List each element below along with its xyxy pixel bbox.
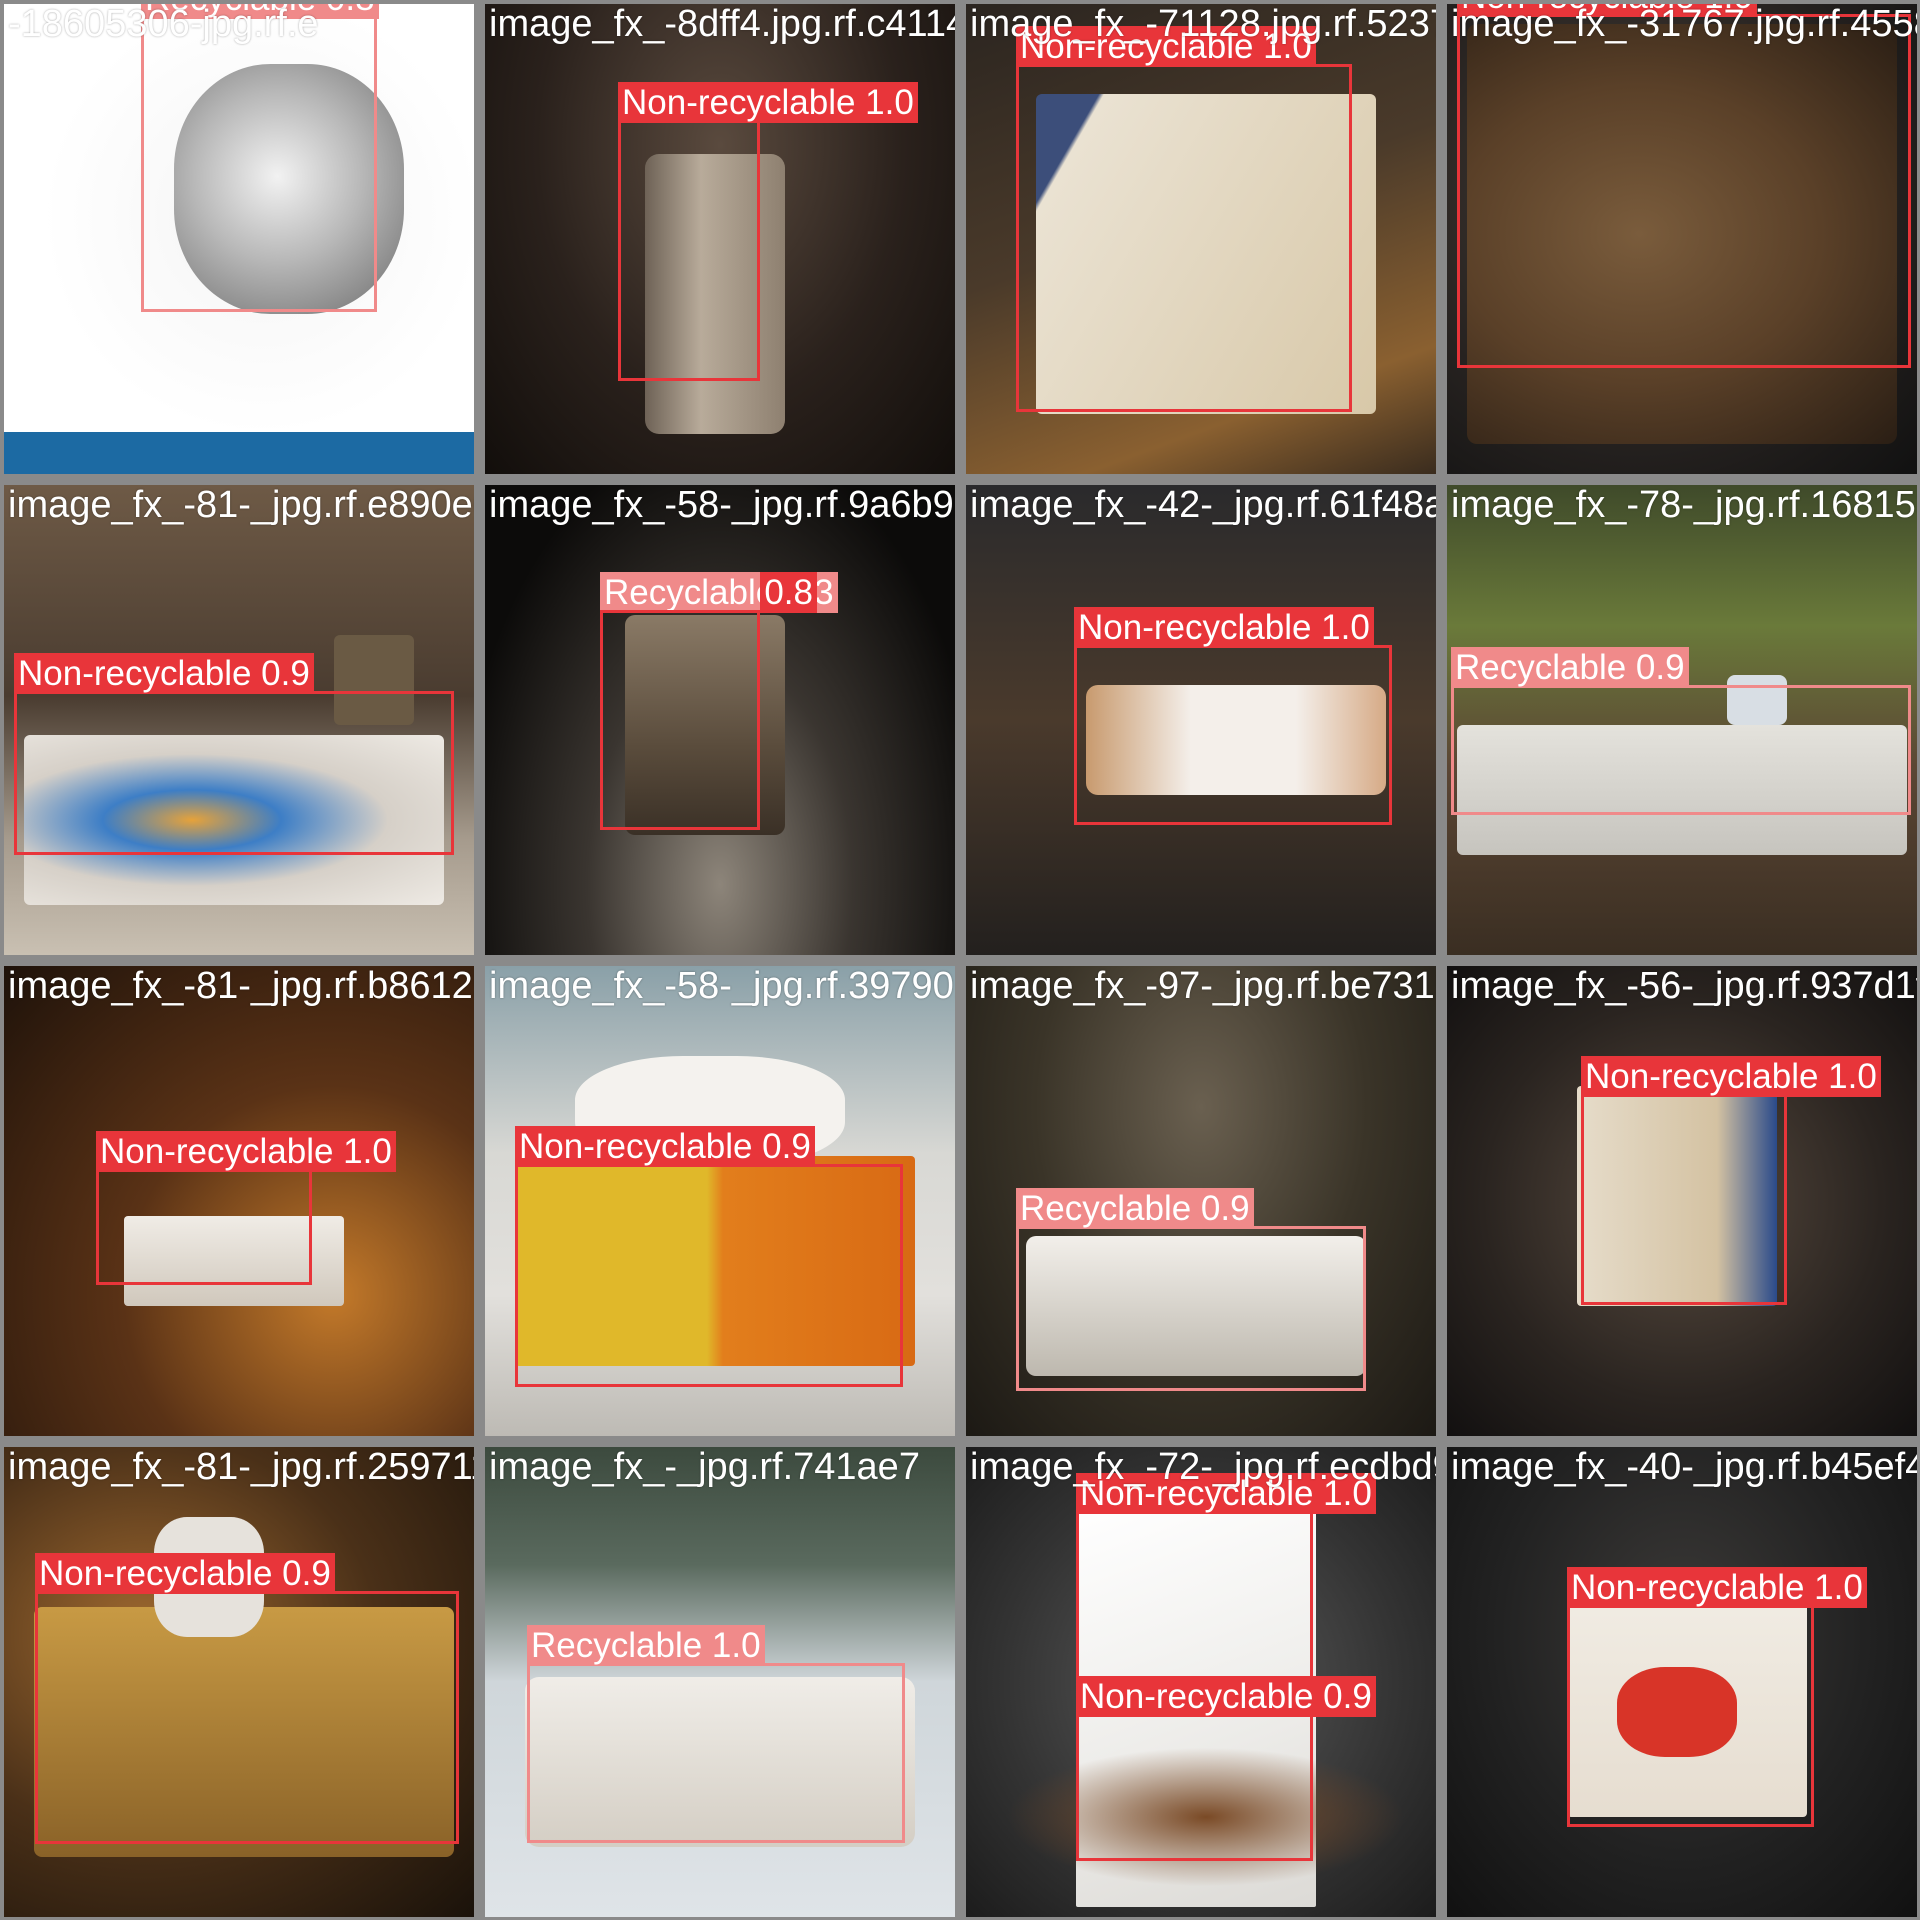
result-tile: image_fx_-56-_jpg.rf.937d1f Non-recyclabl…: [1447, 966, 1917, 1436]
tile-filename: image_fx_-58-_jpg.rf.9a6b916: [489, 485, 955, 526]
bounding-box: Non-recyclable 1.0: [1016, 26, 1352, 412]
bounding-box-label: Non-recyclable 1.0: [96, 1131, 396, 1172]
bounding-box: Non-recyclable 0.9: [1076, 1676, 1376, 1861]
bounding-box: Non-recyclable 0.9: [35, 1553, 459, 1844]
bounding-box: Non-recyclable 1.0: [1076, 1473, 1376, 1680]
bounding-box: Recyclable 1.0: [527, 1625, 905, 1843]
result-tile: image_fx_-58-_jpg.rf.397901 Non-recyclabl…: [485, 966, 955, 1436]
result-tile: image_fx_-81-_jpg.rf.b86125 Non-recyclabl…: [4, 966, 474, 1436]
result-tile: image_fx_-58-_jpg.rf.9a6b916 Recyclable 0…: [485, 485, 955, 955]
result-tile: image_fx_-97-_jpg.rf.be7315 Recyclable 0.…: [966, 966, 1436, 1436]
tile-filename: image_fx_-56-_jpg.rf.937d1f: [1451, 966, 1917, 1007]
result-tile: image_fx_-81-_jpg.rf.259711 Non-recyclabl…: [4, 1447, 474, 1917]
tile-filename: image_fx_-71128.jpg.rf.5237f7: [970, 4, 1436, 45]
result-tile: image_fx_-78-_jpg.rf.168153a Recyclable 0…: [1447, 485, 1917, 955]
tile-filename: image_fx_-81-_jpg.rf.259711: [8, 1447, 474, 1488]
bounding-box: Non-recyclable 1.0: [96, 1131, 396, 1285]
result-tile: image_fx_-8dff4.jpg.rf.c4114b6 Non-recycl…: [485, 4, 955, 474]
bounding-box: Recyclable 0.9: [1451, 647, 1911, 815]
tile-filename: image_fx_-_jpg.rf.741ae7: [489, 1447, 920, 1488]
bounding-box-label: Non-recyclable 0.9: [515, 1126, 815, 1167]
tile-filename: -18605306-jpg.rf.e: [8, 4, 319, 45]
bounding-box: Non-recyclable 0.9: [515, 1126, 903, 1387]
result-tile: image_fx_-31767.jpg.rf.4558623Non-recycl…: [1447, 4, 1917, 474]
bounding-box-label: Recyclable 0.9: [1451, 647, 1689, 688]
bounding-box: Recyclable 0.9: [1016, 1188, 1366, 1391]
tile-filename: image_fx_-81-_jpg.rf.e890e6b: [8, 485, 474, 526]
detection-results-grid: -18605306-jpg.rf.eRecyclable 0.8image_fx…: [0, 0, 1920, 1920]
tile-filename: image_fx_-97-_jpg.rf.be7315: [970, 966, 1436, 1007]
bounding-box: 0.8: [600, 572, 817, 830]
tile-filename: image_fx_-8dff4.jpg.rf.c4114b6: [489, 4, 955, 45]
tile-filename: image_fx_-72-_jpg.rf.ecdbd9: [970, 1447, 1436, 1488]
bounding-box-label: Non-recyclable 1.0: [1567, 1567, 1867, 1608]
result-tile: image_fx_-_jpg.rf.741ae7 Recyclable 1.0: [485, 1447, 955, 1917]
tile-filename: image_fx_-58-_jpg.rf.397901: [489, 966, 955, 1007]
result-tile: image_fx_-40-_jpg.rf.b45ef4 Non-recyclabl…: [1447, 1447, 1917, 1917]
tile-filename: image_fx_-78-_jpg.rf.168153a: [1451, 485, 1917, 526]
bounding-box-label: Non-recyclable 0.9: [1076, 1676, 1376, 1717]
bounding-box-label: Non-recyclable 1.0: [1581, 1056, 1881, 1097]
bounding-box: Non-recyclable 1.0: [1074, 607, 1392, 825]
bounding-box: Non-recyclable 1.0: [1581, 1056, 1881, 1305]
bounding-box-label: Recyclable 0.9: [1016, 1188, 1254, 1229]
bounding-box: Non-recyclable 1.0: [618, 82, 918, 381]
bounding-box-label: 0.8: [760, 572, 817, 613]
bounding-box-label: Non-recyclable 1.0: [1074, 607, 1374, 648]
bounding-box-label: Non-recyclable 1.0: [618, 82, 918, 123]
photo-object: [4, 432, 474, 474]
tile-filename: image_fx_-42-_jpg.rf.61f48a: [970, 485, 1436, 526]
bounding-box-label: Non-recyclable 0.9: [35, 1553, 335, 1594]
bounding-box: Recyclable 0.8: [141, 4, 379, 312]
bounding-box-label: Non-recyclable 0.9: [14, 653, 314, 694]
result-tile: image_fx_-71128.jpg.rf.5237f7 Non-recycla…: [966, 4, 1436, 474]
tile-filename: image_fx_-40-_jpg.rf.b45ef4: [1451, 1447, 1917, 1488]
bounding-box: Non-recyclable 1.0: [1567, 1567, 1867, 1827]
tile-filename: image_fx_-81-_jpg.rf.b86125: [8, 966, 474, 1007]
bounding-box: Non-recyclable 0.9: [14, 653, 454, 855]
bounding-box-label: Recyclable 1.0: [527, 1625, 765, 1666]
result-tile: image_fx_-42-_jpg.rf.61f48a Non-recyclabl…: [966, 485, 1436, 955]
result-tile: image_fx_-72-_jpg.rf.ecdbd9 Non-recyclabl…: [966, 1447, 1436, 1917]
result-tile: image_fx_-81-_jpg.rf.e890e6b Non-recyclab…: [4, 485, 474, 955]
result-tile: -18605306-jpg.rf.eRecyclable 0.8: [4, 4, 474, 474]
bounding-box: Non-recyclable 1.0: [1457, 4, 1911, 368]
tile-filename: image_fx_-31767.jpg.rf.4558623: [1451, 4, 1917, 45]
